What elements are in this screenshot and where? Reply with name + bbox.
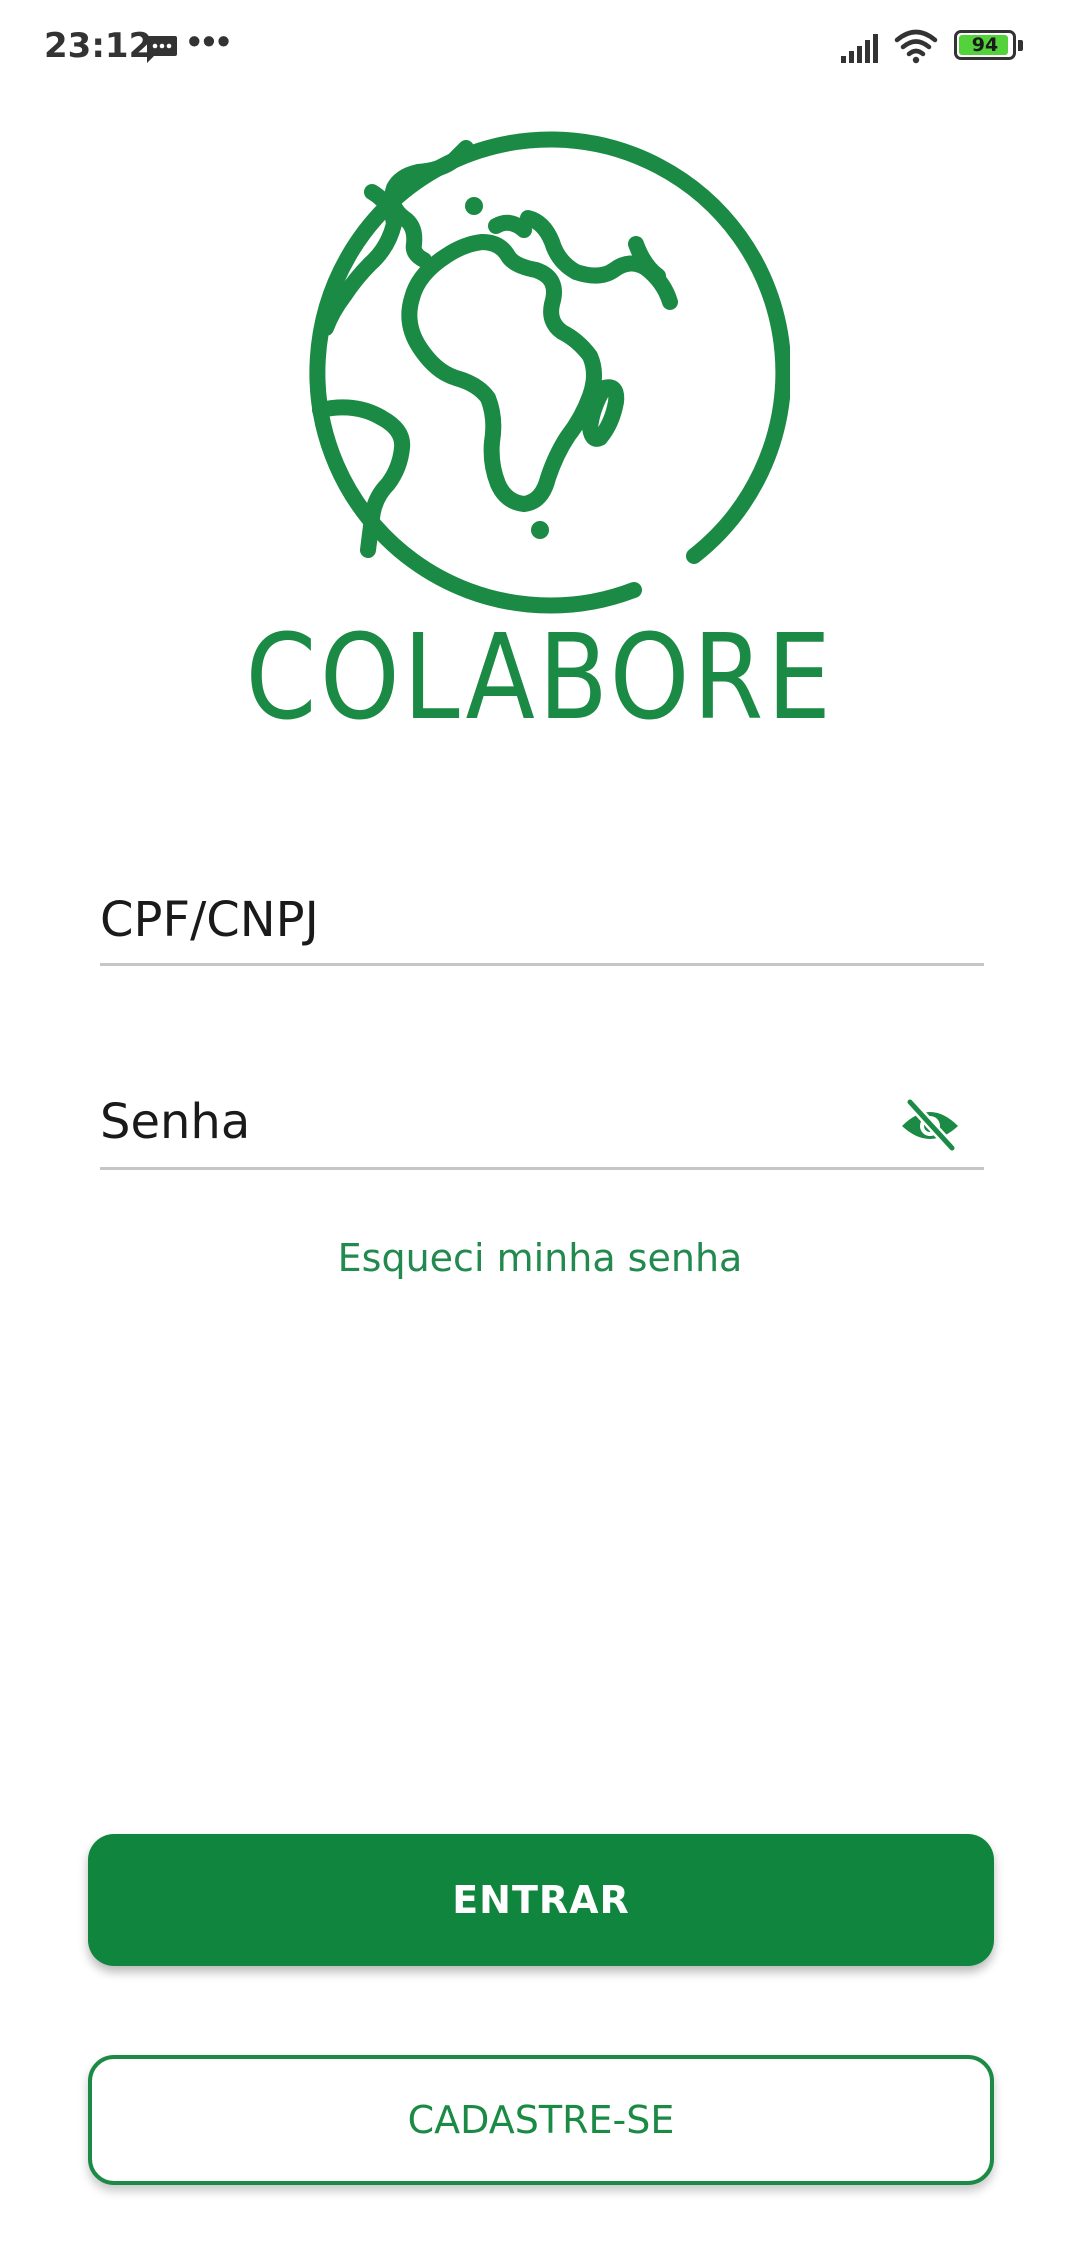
cpf-cnpj-label: CPF/CNPJ bbox=[100, 892, 319, 948]
battery-icon: 94 bbox=[954, 30, 1026, 64]
message-icon bbox=[147, 36, 177, 63]
battery-tip bbox=[1018, 40, 1023, 51]
globe-icon bbox=[309, 131, 790, 614]
cpf-cnpj-field[interactable]: CPF/CNPJ bbox=[100, 880, 984, 966]
password-field[interactable]: Senha bbox=[100, 1082, 984, 1170]
password-label: Senha bbox=[100, 1094, 251, 1150]
logo-text: COLABORE bbox=[245, 608, 835, 746]
battery-level: 94 bbox=[971, 34, 999, 56]
eye-off-icon[interactable] bbox=[898, 1096, 962, 1152]
more-notifications-icon: ••• bbox=[188, 20, 232, 61]
forgot-password-link[interactable]: Esqueci minha senha bbox=[0, 1236, 1080, 1280]
wifi-icon bbox=[894, 29, 938, 64]
signup-button[interactable]: CADASTRE-SE bbox=[88, 2055, 994, 2185]
status-time: 23:12 bbox=[44, 26, 153, 66]
status-bar: 23:12 ••• 94 bbox=[0, 0, 1080, 96]
signal-icon bbox=[841, 34, 878, 63]
login-button[interactable]: ENTRAR bbox=[88, 1834, 994, 1966]
